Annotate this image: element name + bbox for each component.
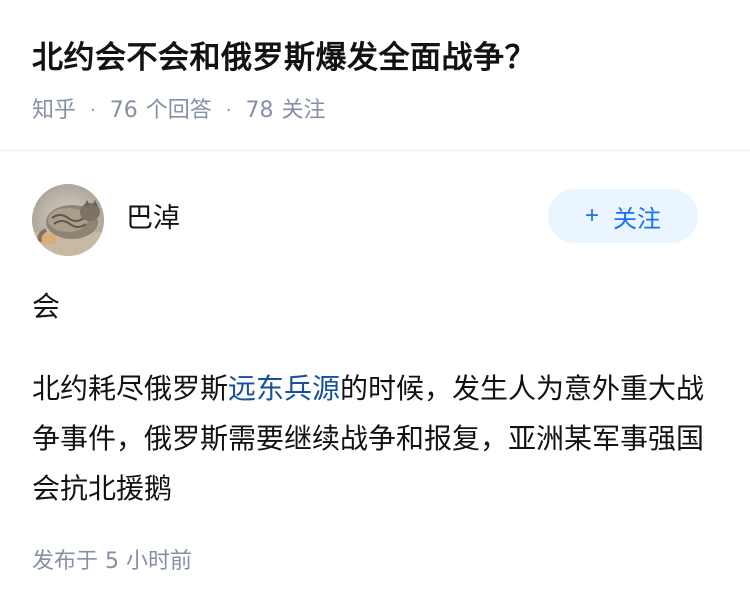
avatar[interactable] xyxy=(32,184,104,256)
divider xyxy=(0,150,750,151)
source-label[interactable]: 知乎 xyxy=(32,96,76,126)
answer-link[interactable]: 远东兵源 xyxy=(228,372,340,405)
answer-content: 会 北约耗尽俄罗斯远东兵源的时候，发生人为意外重大战争事件，俄罗斯需要继续战争和… xyxy=(32,282,710,514)
cat-avatar-image xyxy=(32,184,104,256)
answer-first-line: 会 xyxy=(32,290,61,323)
publish-time[interactable]: 发布于 5 小时前 xyxy=(32,546,192,578)
answer-text-before-link: 北约耗尽俄罗斯 xyxy=(32,372,229,405)
author-name[interactable]: 巴淖 xyxy=(126,196,180,235)
follower-count: 78 xyxy=(245,98,274,123)
follower-count-label[interactable]: 关注 xyxy=(282,96,326,126)
follow-button-label: 关注 xyxy=(613,205,661,233)
question-header: 北约会不会和俄罗斯爆发全面战争？ 知乎 · 76 个回答 · 78 关注 xyxy=(32,36,718,126)
author-row: 巴淖 + 关注 xyxy=(32,184,698,256)
question-title[interactable]: 北约会不会和俄罗斯爆发全面战争？ xyxy=(32,36,718,80)
meta-separator: · xyxy=(225,100,232,121)
answer-count: 76 xyxy=(109,98,138,123)
answer-paragraph: 北约耗尽俄罗斯远东兵源的时候，发生人为意外重大战争事件，俄罗斯需要继续战争和报复… xyxy=(32,364,710,514)
answer-count-label[interactable]: 个回答 xyxy=(146,96,212,126)
published-label: 发布于 xyxy=(32,549,99,574)
plus-icon: + xyxy=(584,202,599,229)
published-time-value: 5 小时前 xyxy=(105,549,193,574)
meta-separator: · xyxy=(90,100,96,121)
question-meta: 知乎 · 76 个回答 · 78 关注 xyxy=(32,96,718,126)
follow-button[interactable]: + 关注 xyxy=(548,189,698,243)
